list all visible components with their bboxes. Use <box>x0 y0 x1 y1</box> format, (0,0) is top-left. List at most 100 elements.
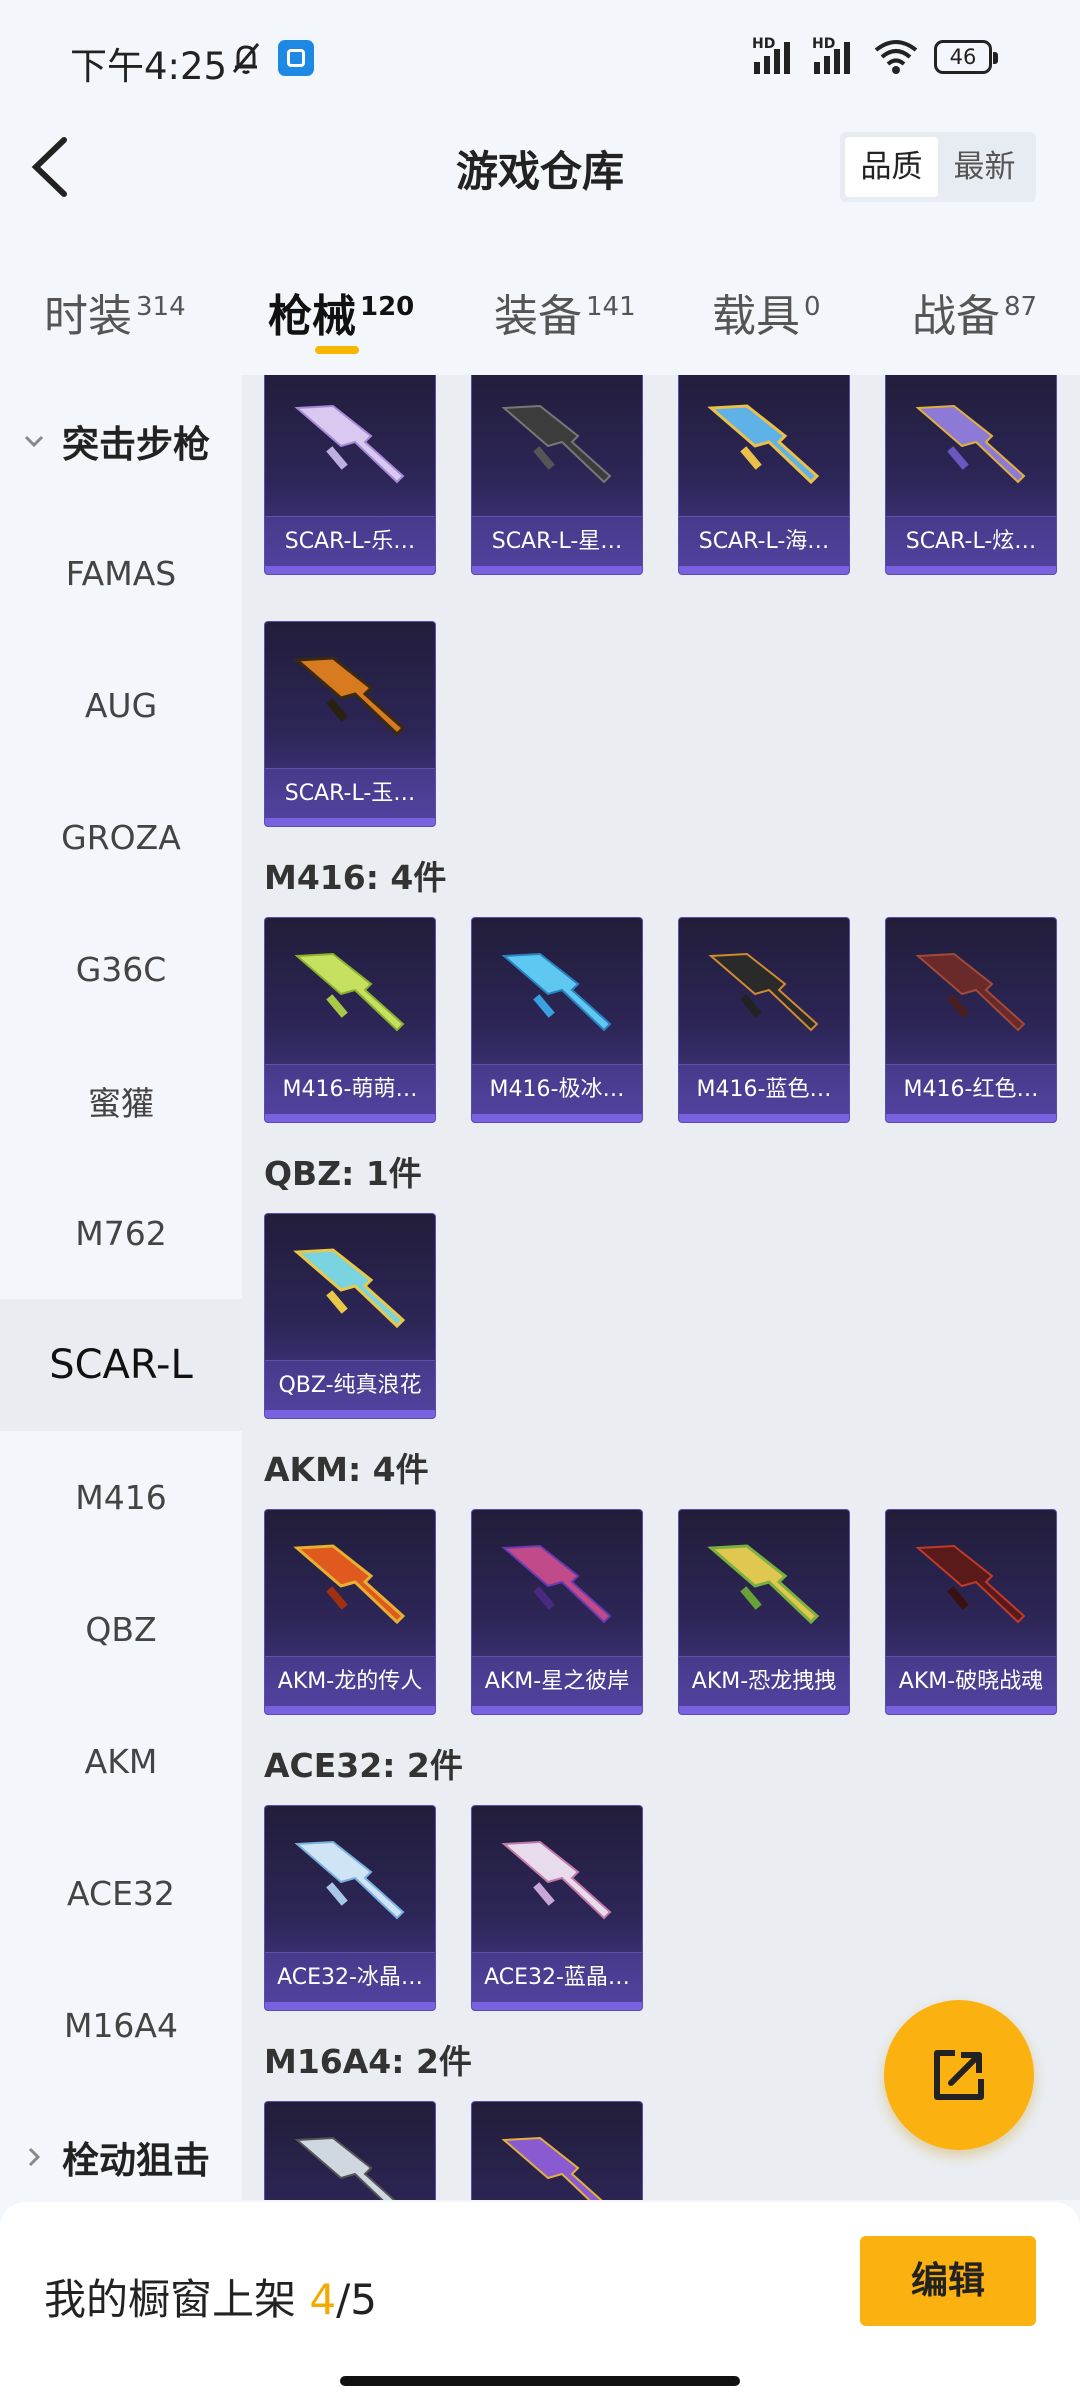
sidebar-item-m416[interactable]: M416 <box>0 1431 242 1563</box>
showcase-count-current: 4 <box>309 2275 337 2324</box>
sidebar-item-m16a4[interactable]: M16A4 <box>0 1959 242 2091</box>
weapon-card[interactable] <box>264 2101 436 2200</box>
tab-count: 0 <box>804 292 821 323</box>
weapon-card[interactable]: AKM-星之彼岸 <box>471 1509 643 1715</box>
rifle-icon <box>501 404 612 484</box>
tab-count: 87 <box>1004 292 1038 323</box>
sidebar-item-akm[interactable]: AKM <box>0 1695 242 1827</box>
weapon-card[interactable]: QBZ-纯真浪花 <box>264 1213 436 1419</box>
share-button[interactable] <box>884 2000 1034 2150</box>
rifle-icon <box>501 2136 603 2200</box>
tab-label: 装备 <box>494 291 582 342</box>
sort-by-newest[interactable]: 最新 <box>938 137 1031 197</box>
showcase-title: 我的橱窗上架 <box>44 2275 297 2324</box>
tab-label: 战备 <box>912 291 1000 342</box>
rifle-icon <box>294 952 405 1032</box>
rifle-icon <box>501 1544 612 1624</box>
tab-equipment[interactable]: 装备 141 <box>494 280 636 344</box>
weapon-card[interactable]: AKM-破晓战魂 <box>885 1509 1057 1715</box>
rifle-icon <box>501 952 612 1032</box>
chevron-right-icon <box>14 2146 54 2168</box>
status-time: 下午4:25 <box>70 45 228 88</box>
rifle-icon <box>294 2136 396 2200</box>
sidebar-item-m762[interactable]: M762 <box>0 1167 242 1299</box>
app-notification-icon <box>278 40 314 76</box>
wifi-icon <box>874 40 918 74</box>
status-bar: 下午4:25 HD HD 46 <box>0 0 1080 120</box>
rifle-icon <box>501 1840 612 1920</box>
weapon-card[interactable]: M416-蓝色… <box>678 917 850 1123</box>
edit-button[interactable]: 编辑 <box>860 2236 1036 2326</box>
weapon-card-label: SCAR-L-玉… <box>265 768 435 818</box>
weapon-card[interactable]: AKM-龙的传人 <box>264 1509 436 1715</box>
sidebar-category-assault-rifle[interactable]: 突击步枪 <box>0 375 242 507</box>
weapon-sidebar: 突击步枪 FAMAS AUG GROZA G36C 蜜獾 M762 SCAR-L… <box>0 375 242 2200</box>
tab-supplies[interactable]: 战备 87 <box>912 280 1037 344</box>
weapon-card[interactable]: ACE32-冰晶… <box>264 1805 436 2011</box>
home-indicator[interactable] <box>340 2376 740 2386</box>
weapon-card-label: SCAR-L-海… <box>679 516 849 566</box>
weapon-card[interactable]: SCAR-L-海… <box>678 375 850 575</box>
rifle-icon <box>294 404 405 484</box>
weapon-card[interactable]: SCAR-L-炫… <box>885 375 1057 575</box>
weapon-card-label: SCAR-L-星… <box>472 516 642 566</box>
tab-label: 载具 <box>712 291 800 342</box>
weapon-card[interactable]: ACE32-蓝晶… <box>471 1805 643 2011</box>
showcase-count-total: /5 <box>336 2275 377 2324</box>
weapon-card-label: ACE32-蓝晶… <box>472 1952 642 2002</box>
weapon-card-label: ACE32-冰晶… <box>265 1952 435 2002</box>
weapon-card-label: M416-蓝色… <box>679 1064 849 1114</box>
sidebar-item-qbz[interactable]: QBZ <box>0 1563 242 1695</box>
weapon-card[interactable]: AKM-恐龙拽拽 <box>678 1509 850 1715</box>
rifle-icon <box>293 656 406 737</box>
weapon-card-label: AKM-龙的传人 <box>265 1656 435 1706</box>
tab-label: 时装 <box>44 291 132 342</box>
showcase-bar: 我的橱窗上架 4/5 编辑 <box>0 2202 1080 2400</box>
weapon-card-label: SCAR-L-炫… <box>886 516 1056 566</box>
sidebar-category-bolt-sniper[interactable]: 栓动狙击 <box>0 2091 242 2200</box>
group-label-m416: M416: 4件 <box>264 858 447 897</box>
weapon-card[interactable]: M416-萌萌… <box>264 917 436 1123</box>
sort-toggle[interactable]: 品质 最新 <box>840 132 1036 202</box>
sidebar-item-groza[interactable]: GROZA <box>0 771 242 903</box>
group-label-qbz: QBZ: 1件 <box>264 1154 422 1193</box>
weapon-card[interactable]: M416-红色… <box>885 917 1057 1123</box>
weapon-card[interactable]: SCAR-L-乐… <box>264 375 436 575</box>
sidebar-category-label: 突击步枪 <box>62 423 210 466</box>
rifle-icon <box>293 1248 406 1329</box>
sidebar-item-famas[interactable]: FAMAS <box>0 507 242 639</box>
chevron-down-icon <box>14 434 54 448</box>
showcase-label: 我的橱窗上架 4/5 <box>44 2266 377 2327</box>
weapon-card-label: QBZ-纯真浪花 <box>265 1360 435 1410</box>
weapon-card-label: M416-红色… <box>886 1064 1056 1114</box>
sidebar-item-aug[interactable]: AUG <box>0 639 242 771</box>
sidebar-item-scar-l[interactable]: SCAR-L <box>0 1299 242 1431</box>
weapon-card[interactable] <box>471 2101 643 2200</box>
category-tabs: 时装 314 枪械 120 装备 141 载具 0 战备 87 <box>0 270 1080 360</box>
tab-count: 141 <box>586 292 636 323</box>
group-label-m16a4: M16A4: 2件 <box>264 2042 472 2081</box>
tab-weapons[interactable]: 枪械 120 <box>268 280 414 344</box>
tab-vehicles[interactable]: 载具 0 <box>712 280 821 344</box>
weapon-grid: SCAR-L-乐… SCAR-L-星… SCAR-L-海… SCAR-L-炫… … <box>242 375 1080 2200</box>
rifle-icon <box>915 952 1026 1032</box>
sidebar-item-g36c[interactable]: G36C <box>0 903 242 1035</box>
signal-icon-1 <box>754 42 790 74</box>
sort-by-quality[interactable]: 品质 <box>845 137 938 197</box>
rifle-icon <box>294 1840 405 1920</box>
weapon-card[interactable]: SCAR-L-星… <box>471 375 643 575</box>
tab-fashion[interactable]: 时装 314 <box>44 280 186 344</box>
weapon-card-label: AKM-破晓战魂 <box>886 1656 1056 1706</box>
sidebar-item-ace32[interactable]: ACE32 <box>0 1827 242 1959</box>
group-label-akm: AKM: 4件 <box>264 1450 429 1489</box>
weapon-card-label: AKM-恐龙拽拽 <box>679 1656 849 1706</box>
tab-count: 120 <box>360 292 415 323</box>
weapon-card-label: AKM-星之彼岸 <box>472 1656 642 1706</box>
active-tab-indicator <box>315 346 359 354</box>
rifle-icon <box>915 404 1026 484</box>
tab-count: 314 <box>136 292 186 323</box>
weapon-card[interactable]: M416-极冰… <box>471 917 643 1123</box>
battery-indicator: 46 <box>934 40 998 74</box>
weapon-card[interactable]: SCAR-L-玉… <box>264 621 436 827</box>
sidebar-item-honey-badger[interactable]: 蜜獾 <box>0 1035 242 1167</box>
